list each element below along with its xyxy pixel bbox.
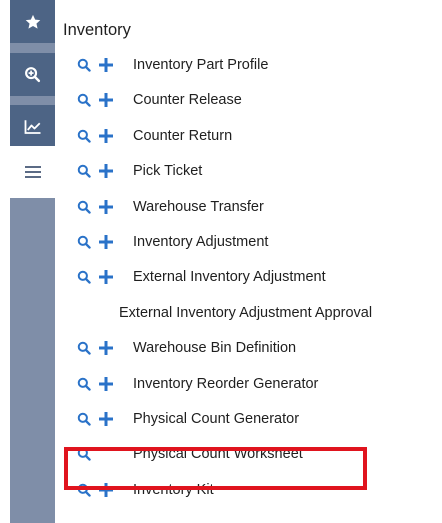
menu-item[interactable]: Inventory Reorder Generator [77,373,318,395]
menu-item[interactable]: External Inventory Adjustment [77,266,326,288]
menu-item[interactable]: Warehouse Bin Definition [77,337,296,359]
add-icon[interactable] [99,89,123,111]
menu-item[interactable]: Warehouse Transfer [77,196,264,218]
menu-item-label[interactable]: External Inventory Adjustment [133,266,326,288]
zoom-in-icon [25,67,41,83]
menu-title: Inventory [63,21,131,39]
search-icon[interactable] [77,266,99,288]
menu-item-label[interactable]: Counter Release [133,89,242,111]
menu-item-label[interactable]: Warehouse Transfer [133,196,264,218]
menu-item-label[interactable]: Inventory Part Profile [133,54,268,76]
favorites-button[interactable] [10,0,55,44]
search-icon[interactable] [77,231,99,253]
search-icon[interactable] [77,196,99,218]
search-icon[interactable] [77,373,99,395]
add-icon[interactable] [99,125,123,147]
highlight-box [64,447,367,490]
menu-item-label[interactable]: Pick Ticket [133,160,202,182]
search-panel-button[interactable] [10,53,55,97]
menu-item[interactable]: Counter Return [77,125,232,147]
star-icon [25,14,40,29]
menu-button[interactable] [10,146,55,198]
menu-item-label[interactable]: Inventory Reorder Generator [133,373,318,395]
menu-item[interactable]: Physical Count Generator [77,408,299,430]
menu-item[interactable]: Inventory Part Profile [77,54,268,76]
menu-item-label[interactable]: Warehouse Bin Definition [133,337,296,359]
add-icon[interactable] [99,373,123,395]
left-margin [0,0,10,523]
reports-button[interactable] [10,105,55,149]
search-icon[interactable] [77,54,99,76]
menu-item-label[interactable]: External Inventory Adjustment Approval [119,302,372,324]
search-icon[interactable] [77,408,99,430]
line-chart-icon [24,119,40,134]
menu-item[interactable]: Pick Ticket [77,160,202,182]
add-icon[interactable] [99,160,123,182]
add-icon[interactable] [99,408,123,430]
search-icon[interactable] [77,337,99,359]
menu-item-label[interactable]: Counter Return [133,125,232,147]
add-icon[interactable] [99,266,123,288]
search-icon[interactable] [77,125,99,147]
menu-item-label[interactable]: Inventory Adjustment [133,231,268,253]
add-icon[interactable] [99,196,123,218]
add-icon[interactable] [99,231,123,253]
menu-item[interactable]: External Inventory Adjustment Approval [119,302,372,324]
menu-item[interactable]: Counter Release [77,89,242,111]
add-icon[interactable] [99,54,123,76]
menu-item-label[interactable]: Physical Count Generator [133,408,299,430]
add-icon[interactable] [99,337,123,359]
menu-item[interactable]: Inventory Adjustment [77,231,268,253]
hamburger-menu-icon [24,166,41,178]
search-icon[interactable] [77,160,99,182]
search-icon[interactable] [77,89,99,111]
